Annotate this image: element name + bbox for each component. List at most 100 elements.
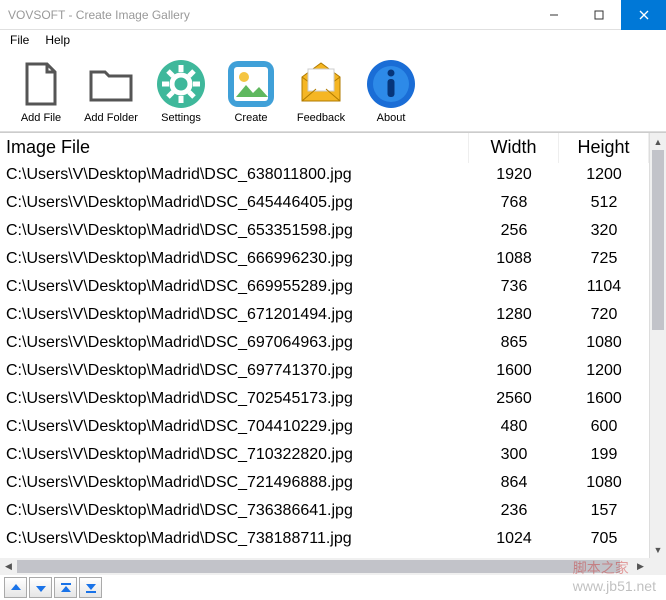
grid-header: Image File Width Height — [0, 133, 649, 163]
about-label: About — [377, 112, 406, 124]
add-file-label: Add File — [21, 112, 61, 124]
scroll-thumb[interactable] — [652, 150, 664, 330]
about-button[interactable]: About — [360, 58, 422, 124]
settings-button[interactable]: Settings — [150, 58, 212, 124]
cell-path: C:\Users\V\Desktop\Madrid\DSC_666996230.… — [0, 247, 469, 275]
cell-height: 199 — [559, 443, 649, 471]
cell-path: C:\Users\V\Desktop\Madrid\DSC_710322820.… — [0, 443, 469, 471]
cell-width: 236 — [469, 499, 559, 527]
table-row[interactable]: C:\Users\V\Desktop\Madrid\DSC_710322820.… — [0, 443, 649, 471]
cell-width: 768 — [469, 191, 559, 219]
vertical-scrollbar[interactable]: ▲ ▼ — [649, 133, 666, 558]
add-folder-button[interactable]: Add Folder — [80, 58, 142, 124]
menubar: File Help — [0, 30, 666, 50]
table-row[interactable]: C:\Users\V\Desktop\Madrid\DSC_645446405.… — [0, 191, 649, 219]
cell-height: 720 — [559, 303, 649, 331]
table-row[interactable]: C:\Users\V\Desktop\Madrid\DSC_738188711.… — [0, 527, 649, 555]
table-row[interactable]: C:\Users\V\Desktop\Madrid\DSC_697064963.… — [0, 331, 649, 359]
envelope-icon — [295, 58, 347, 110]
toolbar: Add File Add Folder Settings Create Feed… — [0, 50, 666, 132]
window-title: VOVSOFT - Create Image Gallery — [8, 8, 190, 22]
cell-height: 1600 — [559, 387, 649, 415]
cell-height: 1200 — [559, 359, 649, 387]
table-row[interactable]: C:\Users\V\Desktop\Madrid\DSC_736386641.… — [0, 499, 649, 527]
table-row[interactable]: C:\Users\V\Desktop\Madrid\DSC_653351598.… — [0, 219, 649, 247]
cell-path: C:\Users\V\Desktop\Madrid\DSC_736386641.… — [0, 499, 469, 527]
cell-path: C:\Users\V\Desktop\Madrid\DSC_704410229.… — [0, 415, 469, 443]
cell-height: 1104 — [559, 275, 649, 303]
cell-height: 320 — [559, 219, 649, 247]
menu-help[interactable]: Help — [39, 31, 76, 49]
scroll-down-arrow-icon[interactable]: ▼ — [650, 541, 666, 558]
table-row[interactable]: C:\Users\V\Desktop\Madrid\DSC_669955289.… — [0, 275, 649, 303]
scroll-up-arrow-icon[interactable]: ▲ — [650, 133, 666, 150]
table-row[interactable]: C:\Users\V\Desktop\Madrid\DSC_666996230.… — [0, 247, 649, 275]
table-row[interactable]: C:\Users\V\Desktop\Madrid\DSC_638011800.… — [0, 163, 649, 191]
create-label: Create — [234, 112, 267, 124]
column-header-height[interactable]: Height — [559, 133, 649, 163]
cell-height: 725 — [559, 247, 649, 275]
cell-width: 1088 — [469, 247, 559, 275]
cell-path: C:\Users\V\Desktop\Madrid\DSC_738188711.… — [0, 527, 469, 555]
horizontal-scrollbar[interactable]: ◀ ▶ — [0, 558, 666, 575]
table-row[interactable]: C:\Users\V\Desktop\Madrid\DSC_704410229.… — [0, 415, 649, 443]
cell-width: 1600 — [469, 359, 559, 387]
cell-height: 512 — [559, 191, 649, 219]
cell-width: 865 — [469, 331, 559, 359]
cell-height: 1200 — [559, 163, 649, 191]
titlebar[interactable]: VOVSOFT - Create Image Gallery — [0, 0, 666, 30]
file-grid: Image File Width Height C:\Users\V\Deskt… — [0, 132, 666, 558]
cell-path: C:\Users\V\Desktop\Madrid\DSC_671201494.… — [0, 303, 469, 331]
cell-width: 480 — [469, 415, 559, 443]
add-file-button[interactable]: Add File — [10, 58, 72, 124]
scroll-right-arrow-icon[interactable]: ▶ — [632, 558, 649, 575]
cell-width: 1280 — [469, 303, 559, 331]
cell-width: 300 — [469, 443, 559, 471]
cell-height: 705 — [559, 527, 649, 555]
cell-width: 864 — [469, 471, 559, 499]
feedback-label: Feedback — [297, 112, 345, 124]
cell-width: 1920 — [469, 163, 559, 191]
cell-path: C:\Users\V\Desktop\Madrid\DSC_638011800.… — [0, 163, 469, 191]
table-row[interactable]: C:\Users\V\Desktop\Madrid\DSC_671201494.… — [0, 303, 649, 331]
cell-width: 2560 — [469, 387, 559, 415]
add-folder-label: Add Folder — [84, 112, 138, 124]
move-top-button[interactable] — [54, 577, 77, 598]
info-icon — [365, 58, 417, 110]
table-row[interactable]: C:\Users\V\Desktop\Madrid\DSC_697741370.… — [0, 359, 649, 387]
table-row[interactable]: C:\Users\V\Desktop\Madrid\DSC_702545173.… — [0, 387, 649, 415]
settings-label: Settings — [161, 112, 201, 124]
cell-height: 1080 — [559, 331, 649, 359]
create-button[interactable]: Create — [220, 58, 282, 124]
hscroll-thumb[interactable] — [17, 560, 620, 573]
scroll-left-arrow-icon[interactable]: ◀ — [0, 558, 17, 575]
feedback-button[interactable]: Feedback — [290, 58, 352, 124]
cell-path: C:\Users\V\Desktop\Madrid\DSC_721496888.… — [0, 471, 469, 499]
cell-width: 736 — [469, 275, 559, 303]
table-row[interactable]: C:\Users\V\Desktop\Madrid\DSC_721496888.… — [0, 471, 649, 499]
minimize-button[interactable] — [531, 0, 576, 30]
menu-file[interactable]: File — [4, 31, 35, 49]
folder-icon — [85, 58, 137, 110]
image-icon — [225, 58, 277, 110]
cell-path: C:\Users\V\Desktop\Madrid\DSC_697741370.… — [0, 359, 469, 387]
cell-width: 256 — [469, 219, 559, 247]
cell-height: 157 — [559, 499, 649, 527]
cell-path: C:\Users\V\Desktop\Madrid\DSC_653351598.… — [0, 219, 469, 247]
gear-icon — [155, 58, 207, 110]
footer-toolbar — [0, 575, 666, 600]
file-icon — [15, 58, 67, 110]
move-down-button[interactable] — [29, 577, 52, 598]
column-header-width[interactable]: Width — [469, 133, 559, 163]
move-up-button[interactable] — [4, 577, 27, 598]
cell-path: C:\Users\V\Desktop\Madrid\DSC_645446405.… — [0, 191, 469, 219]
cell-height: 1080 — [559, 471, 649, 499]
cell-path: C:\Users\V\Desktop\Madrid\DSC_702545173.… — [0, 387, 469, 415]
move-bottom-button[interactable] — [79, 577, 102, 598]
cell-path: C:\Users\V\Desktop\Madrid\DSC_669955289.… — [0, 275, 469, 303]
grid-body: C:\Users\V\Desktop\Madrid\DSC_638011800.… — [0, 163, 649, 555]
close-button[interactable] — [621, 0, 666, 30]
column-header-path[interactable]: Image File — [0, 133, 469, 163]
maximize-button[interactable] — [576, 0, 621, 30]
cell-height: 600 — [559, 415, 649, 443]
